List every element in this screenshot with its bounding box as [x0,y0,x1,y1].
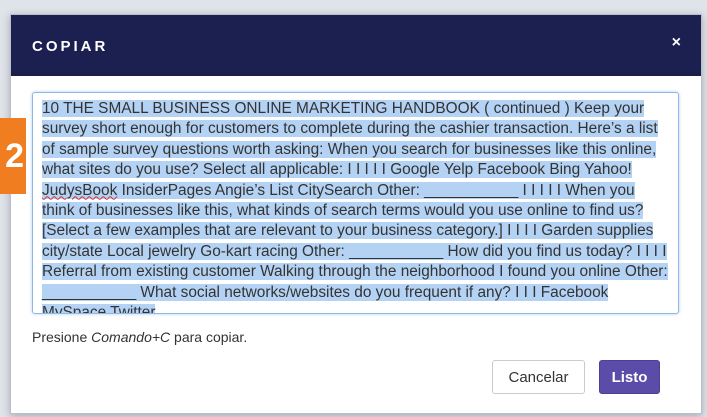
copy-textarea[interactable]: 10 THE SMALL BUSINESS ONLINE MARKETING H… [32,92,679,314]
text-part-1: 10 THE SMALL BUSINESS ONLINE MARKETING H… [42,100,658,179]
step-number-badge: 2 [0,118,26,194]
text-part-2: InsiderPages Angie’s List CitySearch Oth… [42,181,668,314]
cancel-button[interactable]: Cancelar [492,360,585,394]
selected-text: 10 THE SMALL BUSINESS ONLINE MARKETING H… [42,100,668,314]
copy-hint: Presione Comando+C para copiar. [32,329,247,345]
hint-shortcut: Comando+C [91,329,171,345]
hint-prefix: Presione [32,329,92,345]
dialog-header: COPIAR × [11,15,701,76]
misspelled-word: JudysBook [42,181,118,199]
close-icon[interactable]: × [672,35,681,51]
hint-suffix: para copiar. [170,329,248,345]
textarea-content: 10 THE SMALL BUSINESS ONLINE MARKETING H… [33,93,678,314]
dialog-title: COPIAR [32,38,109,55]
copy-dialog: COPIAR × 10 THE SMALL BUSINESS ONLINE MA… [10,14,702,414]
done-button[interactable]: Listo [599,360,660,394]
